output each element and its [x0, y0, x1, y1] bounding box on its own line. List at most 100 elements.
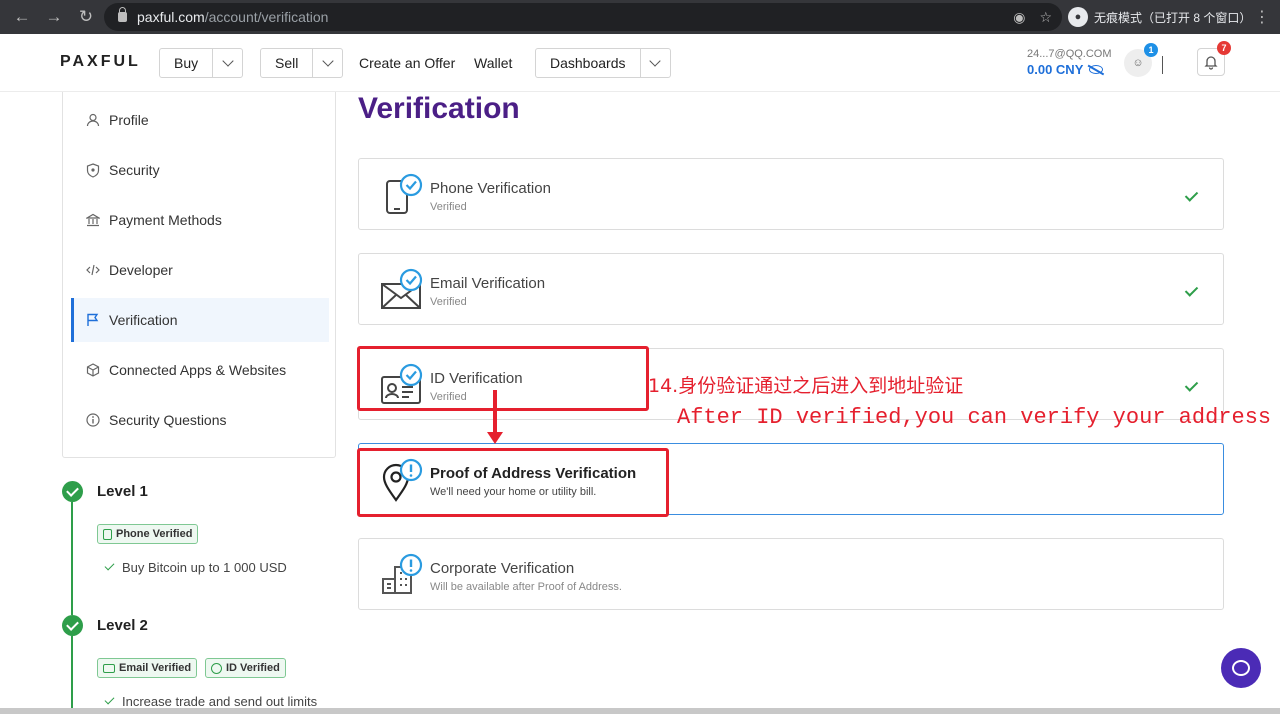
chip-label: ID Verified	[226, 662, 280, 674]
url-path: /account/verification	[204, 9, 329, 25]
sidebar-item-verification[interactable]: Verification	[71, 298, 329, 342]
sidebar-item-security-questions[interactable]: Security Questions	[71, 398, 329, 442]
chat-bubble-icon	[1232, 660, 1250, 676]
address-highlight-box	[357, 448, 669, 517]
dashboards-button[interactable]: Dashboards	[536, 49, 640, 77]
user-icon	[85, 112, 101, 128]
account-email: 24...7@QQ.COM	[1027, 48, 1112, 60]
email-verified-chip: Email Verified	[97, 658, 198, 678]
back-arrow-icon[interactable]: ←	[8, 3, 36, 31]
phone-verification-card[interactable]: Phone Verification Verified	[358, 158, 1224, 230]
sell-dropdown[interactable]: Sell	[260, 48, 344, 78]
annotation-arrow-shaft	[493, 390, 497, 438]
chip-label: Email Verified	[119, 662, 192, 674]
annotation-english: After ID verified,you can verify your ad…	[677, 405, 1272, 430]
sidebar-item-label: Verification	[109, 312, 178, 328]
bank-icon	[85, 212, 101, 228]
cube-icon	[85, 362, 101, 378]
user-circle-icon	[211, 662, 222, 674]
verified-check-icon	[1184, 378, 1199, 392]
address-bar[interactable]: paxful.com/account/verification ◉ ☆	[104, 3, 1062, 31]
buy-chevron[interactable]	[212, 49, 242, 77]
url-host: paxful.com	[137, 9, 205, 25]
sidebar-item-profile[interactable]: Profile	[71, 98, 329, 142]
dashboards-chevron[interactable]	[639, 49, 670, 77]
flag-icon	[85, 312, 101, 328]
card-subtitle: Will be available after Proof of Address…	[430, 581, 622, 593]
sidebar-item-connected-apps[interactable]: Connected Apps & Websites	[71, 348, 329, 392]
wallet-link[interactable]: Wallet	[474, 55, 512, 71]
account-badge: 1	[1144, 43, 1158, 57]
notifications-badge: 7	[1217, 41, 1231, 55]
phone-icon	[386, 173, 423, 214]
level-1-perk: Buy Bitcoin up to 1 000 USD	[104, 560, 287, 575]
chat-button[interactable]	[1221, 648, 1261, 688]
perk-text: Buy Bitcoin up to 1 000 USD	[122, 560, 287, 575]
chevron-down-icon	[322, 55, 334, 67]
annotation-chinese: 14.身份验证通过之后进入到地址验证	[648, 375, 964, 397]
bell-icon	[1204, 56, 1218, 70]
envelope-icon	[381, 268, 423, 309]
perk-text: Increase trade and send out limits	[122, 694, 318, 709]
envelope-icon	[103, 663, 115, 673]
id-verified-chip: ID Verified	[205, 658, 286, 678]
sidebar-item-label: Security	[109, 162, 160, 178]
sidebar-item-label: Profile	[109, 112, 149, 128]
account-sidebar: Profile Security Payment Methods Develop…	[62, 92, 336, 458]
star-icon[interactable]: ☆	[1039, 9, 1052, 26]
create-offer-link[interactable]: Create an Offer	[359, 55, 455, 71]
card-title: Email Verification	[430, 275, 546, 292]
forward-arrow-icon[interactable]: →	[40, 3, 68, 31]
buy-dropdown[interactable]: Buy	[159, 48, 244, 78]
info-icon	[85, 412, 101, 428]
email-verification-card[interactable]: Email Verification Verified	[358, 253, 1224, 325]
sidebar-item-security[interactable]: Security	[71, 148, 329, 192]
lock-icon	[118, 7, 127, 22]
chevron-down-icon	[649, 55, 661, 67]
level-connector	[71, 636, 73, 708]
account-chevron-icon[interactable]	[1162, 56, 1163, 74]
browser-toolbar: ← → ↻ paxful.com/account/verification ◉ …	[0, 0, 1280, 34]
level-1-check-icon	[62, 481, 83, 502]
code-icon	[85, 262, 101, 278]
incognito-indicator[interactable]: ● 无痕模式（已打开 8 个窗口）	[1068, 5, 1251, 29]
level-connector	[71, 502, 73, 615]
shield-icon	[85, 162, 101, 178]
sidebar-item-label: Developer	[109, 262, 173, 278]
sidebar-item-label: Security Questions	[109, 412, 227, 428]
page-bottom-edge	[0, 708, 1280, 714]
sell-chevron[interactable]	[312, 49, 342, 77]
phone-verified-chip: Phone Verified	[97, 524, 199, 544]
corporate-verification-card: Corporate Verification Will be available…	[358, 538, 1224, 610]
check-icon	[104, 694, 115, 705]
level-1-title: Level 1	[97, 483, 148, 500]
site-header: PAXFUL Buy Sell Create an Offer Wallet D…	[0, 34, 1280, 92]
level-2-check-icon	[62, 615, 83, 636]
buy-button[interactable]: Buy	[160, 49, 212, 77]
sidebar-item-developer[interactable]: Developer	[71, 248, 329, 292]
sidebar-item-payment-methods[interactable]: Payment Methods	[71, 198, 329, 242]
balance-amount: 0.00 CNY	[1027, 62, 1084, 77]
incognito-icon: ●	[1068, 7, 1088, 27]
card-title: Phone Verification	[430, 180, 551, 197]
verified-check-icon	[1184, 283, 1199, 297]
paxful-logo[interactable]: PAXFUL	[60, 53, 141, 71]
sell-button[interactable]: Sell	[261, 49, 312, 77]
page-title: Verification	[358, 92, 520, 125]
level-2-title: Level 2	[97, 617, 148, 634]
incognito-label: 无痕模式（已打开 8 个窗口）	[1094, 10, 1252, 25]
more-menu-icon[interactable]: ⋮	[1254, 7, 1270, 27]
card-status: Verified	[430, 296, 467, 308]
reload-icon[interactable]: ↻	[72, 3, 100, 31]
sidebar-item-label: Connected Apps & Websites	[109, 362, 287, 378]
sidebar-item-label: Payment Methods	[109, 212, 222, 228]
chevron-down-icon	[221, 55, 234, 67]
level-2-perk: Increase trade and send out limits	[104, 694, 318, 709]
dashboards-dropdown[interactable]: Dashboards	[535, 48, 671, 78]
id-highlight-box	[357, 346, 649, 411]
eye-off-icon[interactable]	[1089, 65, 1104, 74]
eye-off-icon[interactable]: ◉	[1013, 9, 1025, 26]
account-balance[interactable]: 24...7@QQ.COM 0.00 CNY	[1027, 48, 1112, 77]
check-icon	[104, 560, 115, 571]
building-icon	[382, 553, 423, 594]
